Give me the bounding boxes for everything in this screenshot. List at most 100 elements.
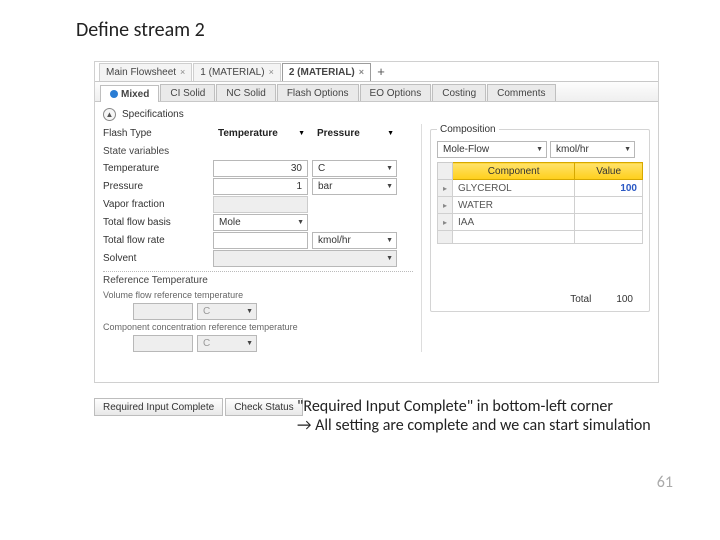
value-cell[interactable]: 100 (575, 180, 643, 197)
doc-tab-1-material[interactable]: 1 (MATERIAL) × (193, 63, 281, 81)
chevron-down-icon: ▼ (386, 183, 393, 190)
component-cell: GLYCEROL (453, 180, 575, 197)
chevron-down-icon: ▼ (536, 146, 543, 153)
temperature-unit-dropdown[interactable]: C ▼ (312, 160, 397, 177)
slide-heading: Define stream 2 (76, 18, 205, 42)
tab-flash-options[interactable]: Flash Options (277, 84, 359, 101)
status-bar: Required Input Complete Check Status (94, 398, 303, 416)
doc-tab-label: 2 (MATERIAL) (289, 67, 355, 78)
required-input-complete-button[interactable]: Required Input Complete (94, 398, 223, 416)
form-area: Flash Type Temperature ▼ Pressure ▼ Stat… (95, 124, 658, 352)
chevron-down-icon: ▼ (387, 130, 394, 137)
chevron-down-icon: ▼ (246, 340, 253, 347)
composition-legend: Composition (437, 124, 499, 135)
close-icon[interactable]: × (180, 67, 185, 77)
row-marker-icon: ▸ (438, 197, 453, 214)
dropdown-value: C (203, 338, 210, 349)
collapse-icon: ▲ (103, 108, 116, 121)
specifications-section-toggle[interactable]: ▲ Specifications (95, 102, 658, 124)
temperature-input[interactable]: 30 (213, 160, 308, 177)
dropdown-value: bar (318, 181, 332, 192)
composition-basis-dropdown[interactable]: Mole-Flow ▼ (437, 141, 547, 158)
total-flow-rate-input[interactable] (213, 232, 308, 249)
pressure-unit-dropdown[interactable]: bar ▼ (312, 178, 397, 195)
vol-flow-ref-unit-dropdown: C ▼ (197, 303, 257, 320)
doc-tab-main-flowsheet[interactable]: Main Flowsheet × (99, 63, 192, 81)
column-component: Component (453, 163, 575, 180)
table-row[interactable]: ▸ WATER (438, 197, 643, 214)
pressure-label: Pressure (103, 181, 213, 192)
comp-conc-ref-input (133, 335, 193, 352)
flash-type-row: Flash Type Temperature ▼ Pressure ▼ (103, 124, 413, 142)
dropdown-value: Pressure (317, 128, 360, 139)
composition-unit-dropdown[interactable]: kmol/hr ▼ (550, 141, 635, 158)
value-cell[interactable] (575, 197, 643, 214)
new-tab-button[interactable]: + (372, 64, 390, 79)
component-cell: IAA (453, 214, 575, 231)
close-icon[interactable]: × (359, 67, 364, 77)
left-column: Flash Type Temperature ▼ Pressure ▼ Stat… (103, 124, 413, 352)
tab-mixed[interactable]: Mixed (100, 85, 159, 102)
chevron-down-icon: ▼ (624, 146, 631, 153)
tab-ci-solid[interactable]: CI Solid (160, 84, 215, 101)
solvent-dropdown: ▼ (213, 250, 397, 267)
tab-costing[interactable]: Costing (432, 84, 486, 101)
tab-nc-solid[interactable]: NC Solid (216, 84, 275, 101)
dropdown-value: C (318, 163, 325, 174)
component-cell: WATER (453, 197, 575, 214)
total-flow-rate-unit-dropdown[interactable]: kmol/hr ▼ (312, 232, 397, 249)
sheet-tab-bar: Mixed CI Solid NC Solid Flash Options EO… (95, 82, 658, 102)
doc-tab-2-material[interactable]: 2 (MATERIAL) × (282, 63, 371, 81)
table-row[interactable]: ▸ GLYCEROL 100 (438, 180, 643, 197)
chevron-down-icon: ▼ (298, 130, 305, 137)
tab-label: NC Solid (226, 88, 265, 99)
document-tab-bar: Main Flowsheet × 1 (MATERIAL) × 2 (MATER… (95, 62, 658, 82)
value-cell[interactable] (575, 214, 643, 231)
tab-label: Costing (442, 88, 476, 99)
composition-total-row: Total 100 (437, 294, 643, 305)
dropdown-value: Temperature (218, 128, 278, 139)
tab-eo-options[interactable]: EO Options (360, 84, 432, 101)
section-title: Specifications (122, 109, 184, 120)
app-window: Main Flowsheet × 1 (MATERIAL) × 2 (MATER… (94, 61, 659, 383)
close-icon[interactable]: × (269, 67, 274, 77)
row-marker-icon: ▸ (438, 180, 453, 197)
chevron-down-icon: ▼ (246, 308, 253, 315)
slide-caption: "Required Input Complete" in bottom-left… (297, 397, 651, 435)
temperature-label: Temperature (103, 163, 213, 174)
chevron-down-icon: ▼ (386, 255, 393, 262)
comp-conc-ref-row: C ▼ (103, 334, 413, 352)
doc-tab-label: Main Flowsheet (106, 67, 176, 78)
total-flow-basis-row: Total flow basis Mole ▼ (103, 213, 413, 231)
total-flow-basis-dropdown[interactable]: Mole ▼ (213, 214, 308, 231)
tab-label: CI Solid (170, 88, 205, 99)
comp-conc-ref-unit-dropdown: C ▼ (197, 335, 257, 352)
pressure-input[interactable]: 1 (213, 178, 308, 195)
total-flow-rate-row: Total flow rate kmol/hr ▼ (103, 231, 413, 249)
dropdown-value: kmol/hr (318, 235, 351, 246)
reference-temperature-group: Reference Temperature (103, 271, 413, 286)
temperature-row: Temperature 30 C ▼ (103, 159, 413, 177)
solvent-row: Solvent ▼ (103, 249, 413, 267)
composition-basis-row: Mole-Flow ▼ kmol/hr ▼ (437, 141, 643, 158)
chevron-down-icon: ▼ (386, 165, 393, 172)
comp-conc-ref-label: Component concentration reference temper… (103, 322, 363, 332)
column-value: Value (575, 163, 643, 180)
vapor-fraction-row: Vapor fraction (103, 195, 413, 213)
vol-flow-ref-label: Volume flow reference temperature (103, 290, 303, 300)
total-label: Total (570, 294, 591, 305)
solvent-label: Solvent (103, 253, 213, 264)
check-status-button[interactable]: Check Status (225, 398, 302, 416)
total-flow-rate-label: Total flow rate (103, 235, 213, 246)
status-dot-icon (110, 90, 118, 98)
tab-comments[interactable]: Comments (487, 84, 555, 101)
state-variables-group: State variables (103, 146, 413, 157)
total-value: 100 (616, 294, 633, 305)
vol-flow-ref-input (133, 303, 193, 320)
flash-type-2-dropdown[interactable]: Pressure ▼ (312, 125, 397, 142)
dropdown-value: Mole-Flow (443, 144, 489, 155)
table-row[interactable]: ▸ IAA (438, 214, 643, 231)
flash-type-1-dropdown[interactable]: Temperature ▼ (213, 125, 308, 142)
total-flow-basis-label: Total flow basis (103, 217, 213, 228)
dropdown-value: kmol/hr (556, 144, 589, 155)
